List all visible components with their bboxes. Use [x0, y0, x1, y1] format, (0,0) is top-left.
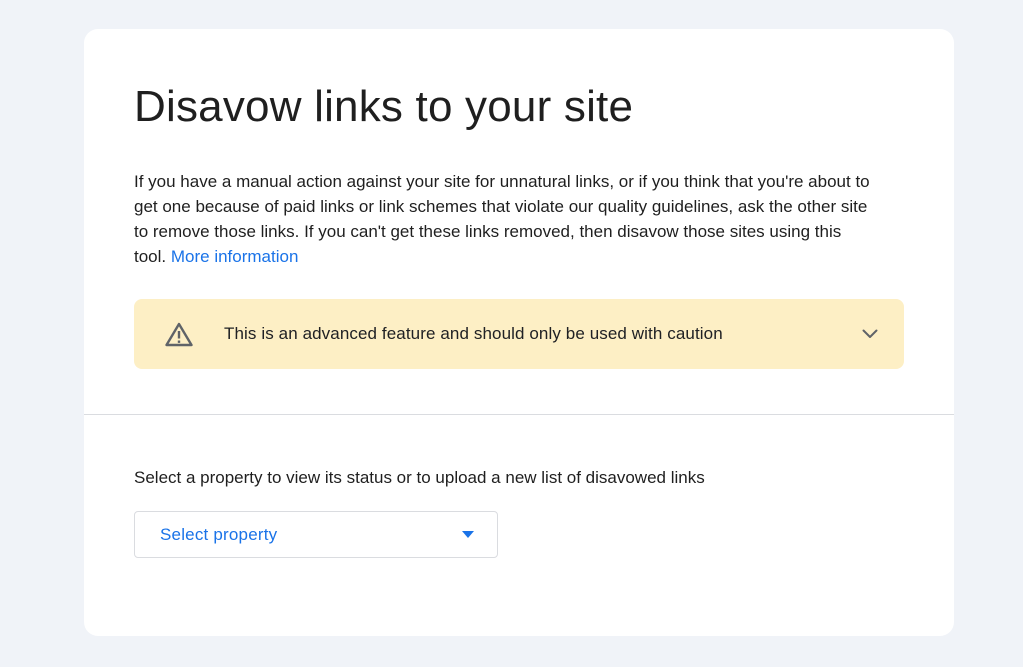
warning-banner[interactable]: This is an advanced feature and should o…	[134, 299, 904, 369]
intro-section: Disavow links to your site If you have a…	[84, 29, 954, 414]
page-title: Disavow links to your site	[134, 82, 634, 131]
disavow-card: Disavow links to your site If you have a…	[84, 29, 954, 636]
warning-triangle-icon	[164, 321, 194, 347]
property-section: Select a property to view its status or …	[84, 415, 954, 558]
warning-text: This is an advanced feature and should o…	[224, 324, 723, 343]
intro-paragraph: If you have a manual action against your…	[134, 169, 874, 269]
property-select-dropdown[interactable]: Select property	[134, 511, 498, 558]
more-information-link[interactable]: More information	[171, 247, 299, 266]
chevron-down-icon[interactable]	[860, 324, 880, 344]
caret-down-icon	[461, 530, 475, 540]
property-select-label: Select a property to view its status or …	[134, 468, 705, 487]
property-select-value: Select property	[160, 524, 278, 544]
